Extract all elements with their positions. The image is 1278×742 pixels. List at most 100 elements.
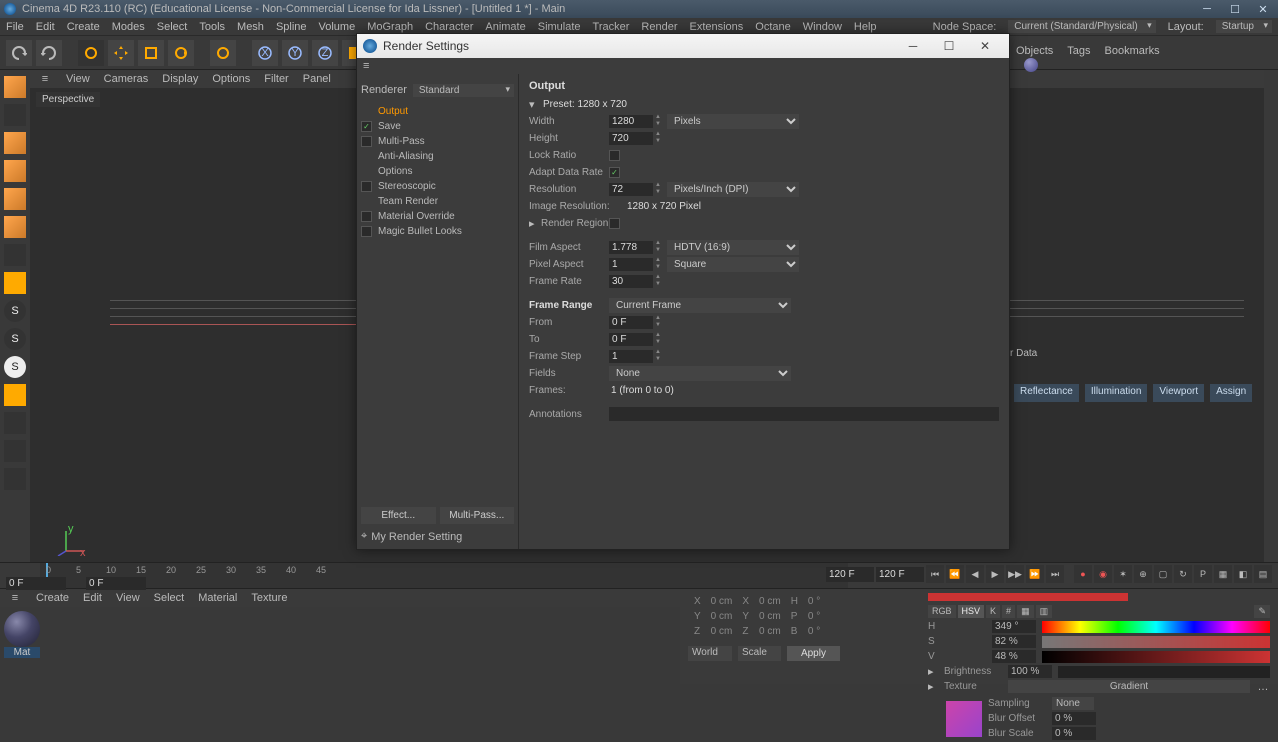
bluroffset-input[interactable] [1052,712,1096,725]
resolution-spinner[interactable]: ▲▼ [653,182,663,196]
user-data-label[interactable]: r Data [1010,348,1037,359]
menu-volume[interactable]: Volume [319,21,356,33]
coord-apply-button[interactable]: Apply [787,646,840,661]
live-select-tool[interactable] [78,40,104,66]
material-menu-icon[interactable]: ≡ [8,592,22,604]
frame-from-input[interactable] [6,577,66,590]
frame-max2-input[interactable] [876,567,924,582]
undo-button[interactable] [6,40,32,66]
brightness-input[interactable] [1008,665,1052,678]
scale-tool[interactable] [138,40,164,66]
timeline[interactable]: 0 5 10 15 20 25 30 35 40 45 ⏮ ⏪ ◀ ▶ ▶▶ ⏩… [0,562,1278,588]
go-prevkey-button[interactable]: ⏪ [946,565,964,583]
menu-render[interactable]: Render [641,21,677,33]
next-frame-button[interactable]: ▶▶ [1006,565,1024,583]
matmenu-create[interactable]: Create [36,592,69,604]
key-param-button[interactable]: P [1194,565,1212,583]
framestep-spinner[interactable]: ▲▼ [653,349,663,363]
workplane-icon[interactable] [4,384,26,406]
grid1-icon[interactable] [4,412,26,434]
coord-x-pos[interactable]: 0 cm [707,595,737,608]
width-unit-dropdown[interactable]: Pixels [667,114,799,129]
renderer-dropdown[interactable]: Standard [413,84,514,97]
menu-select[interactable]: Select [157,21,188,33]
hue-slider[interactable] [1042,621,1270,633]
s-input[interactable] [992,635,1036,648]
lockratio-checkbox[interactable] [609,150,620,161]
view-menu-panel[interactable]: Panel [303,73,331,85]
window-close-button[interactable]: ✕ [1256,2,1270,16]
tree-save-checkbox[interactable]: ✓ [361,121,372,132]
menu-mesh[interactable]: Mesh [237,21,264,33]
framerate-spinner[interactable]: ▲▼ [653,274,663,288]
window-maximize-button[interactable]: ☐ [1228,2,1242,16]
adapt-checkbox[interactable]: ✓ [609,167,620,178]
filmaspect-spinner[interactable]: ▲▼ [653,240,663,254]
tree-stereo[interactable]: Stereoscopic [378,181,436,192]
matmenu-select[interactable]: Select [154,592,185,604]
matmenu-view[interactable]: View [116,592,140,604]
axis-mode-icon[interactable] [4,272,26,294]
tree-magicbullet-checkbox[interactable] [361,226,372,237]
coord-b[interactable]: 0 ° [804,625,824,638]
frame-to-input[interactable] [86,577,146,590]
menu-window[interactable]: Window [803,21,842,33]
play-button[interactable]: ▶ [986,565,1004,583]
view-menu-cameras[interactable]: Cameras [104,73,149,85]
menu-modes[interactable]: Modes [112,21,145,33]
material-item[interactable]: Mat [4,611,40,680]
objects-tab[interactable]: Objects [1016,45,1053,57]
coord-y-pos[interactable]: 0 cm [707,610,737,623]
view-menu-view[interactable]: View [66,73,90,85]
grid3-icon[interactable] [4,468,26,490]
pixelaspect-spinner[interactable]: ▲▼ [653,257,663,271]
frame-max1-input[interactable] [826,567,874,582]
from-input[interactable] [609,316,653,329]
view-menu-options[interactable]: Options [212,73,250,85]
width-spinner[interactable]: ▲▼ [653,114,663,128]
menu-animate[interactable]: Animate [485,21,525,33]
viewport-menu-icon[interactable]: ≡ [38,73,52,85]
tree-options[interactable]: Options [378,166,412,177]
assign-tab[interactable]: Assign [1210,384,1252,402]
key-rot-button[interactable]: ↻ [1174,565,1192,583]
grid2-icon[interactable] [4,440,26,462]
fields-dropdown[interactable]: None [609,366,791,381]
sampling-dropdown[interactable]: None [1052,697,1094,710]
multipass-button[interactable]: Multi-Pass... [440,507,515,524]
go-start-button[interactable]: ⏮ [926,565,944,583]
key-sel-button[interactable]: ◧ [1234,565,1252,583]
pixelaspect-input[interactable] [609,258,653,271]
snap-s3-icon[interactable]: S [4,356,26,378]
move-tool[interactable] [108,40,134,66]
dialog-maximize-button[interactable]: ☐ [931,34,967,58]
object-item-icon[interactable] [1024,58,1038,72]
expand-icon[interactable]: ▸ [928,665,938,678]
menu-octane[interactable]: Octane [755,21,790,33]
layout-dropdown[interactable]: Startup [1216,20,1272,33]
sat-slider[interactable] [1042,636,1270,648]
polygon-mode-icon[interactable] [4,216,26,238]
k-tab[interactable]: K [986,605,1000,618]
coord-scale-dropdown[interactable]: Scale [738,646,781,661]
coord-y-size[interactable]: 0 cm [755,610,785,623]
key-scale-button[interactable]: ▢ [1154,565,1172,583]
hsv-tab[interactable]: HSV [958,605,985,618]
menu-character[interactable]: Character [425,21,473,33]
preset-expand-icon[interactable]: ▾ [529,98,541,111]
h-input[interactable] [992,620,1036,633]
width-input[interactable] [609,115,653,128]
nodespace-dropdown[interactable]: Current (Standard/Physical) [1008,20,1155,33]
filmaspect-dropdown[interactable]: HDTV (16:9) [667,240,799,255]
point-mode-icon[interactable] [4,160,26,182]
tree-multipass-checkbox[interactable] [361,136,372,147]
menu-tracker[interactable]: Tracker [593,21,630,33]
menu-create[interactable]: Create [67,21,100,33]
my-render-setting[interactable]: My Render Setting [371,531,462,543]
coord-p[interactable]: 0 ° [804,610,824,623]
tree-matoverride[interactable]: Material Override [378,211,455,222]
menu-extensions[interactable]: Extensions [689,21,743,33]
coord-x-size[interactable]: 0 cm [755,595,785,608]
menu-help[interactable]: Help [854,21,877,33]
texture-mode-icon[interactable] [4,104,26,126]
